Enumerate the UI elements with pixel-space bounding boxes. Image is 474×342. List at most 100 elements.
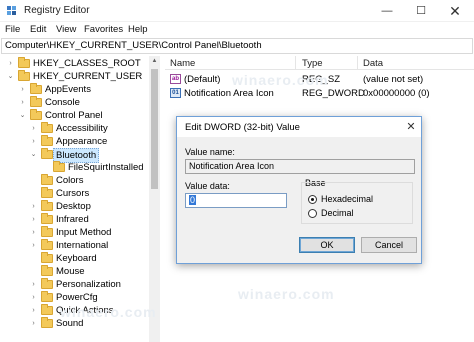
folder-open-icon <box>41 148 53 159</box>
value-name-text: Notification Area Icon <box>189 161 275 171</box>
menu-edit[interactable]: Edit <box>30 24 46 35</box>
expand-chevron-icon[interactable]: › <box>29 291 38 304</box>
folder-icon <box>41 122 53 133</box>
folder-icon <box>41 265 53 276</box>
column-divider[interactable] <box>357 56 358 70</box>
menu-help[interactable]: Help <box>128 24 148 35</box>
tree-item-label: HKEY_CURRENT_USER <box>33 71 143 82</box>
tree-item-label: Desktop <box>56 201 91 212</box>
collapse-chevron-icon[interactable]: ⌄ <box>6 70 15 83</box>
value-type: REG_SZ <box>302 74 341 85</box>
column-header-type[interactable]: Type <box>302 58 323 69</box>
maximize-button[interactable]: ☐ <box>404 0 438 22</box>
menu-favorites[interactable]: Favorites <box>84 24 123 35</box>
string-value-icon: ab <box>170 74 181 84</box>
folder-icon <box>41 291 53 302</box>
folder-icon <box>41 200 53 211</box>
folder-icon <box>18 57 30 68</box>
key-tree[interactable]: › HKEY_CLASSES_ROOT ⌄ HKEY_CURRENT_USER … <box>0 56 160 342</box>
decimal-label[interactable]: Decimal <box>321 208 354 218</box>
tree-item-label: Sound <box>56 318 84 329</box>
collapse-chevron-icon[interactable]: ⌄ <box>29 148 38 161</box>
expand-chevron-icon[interactable]: › <box>29 278 38 291</box>
tree-item-label: Cursors <box>56 188 90 199</box>
list-row-default[interactable]: ab (Default) REG_SZ (value not set) <box>165 73 474 86</box>
column-header-data[interactable]: Data <box>363 58 383 69</box>
tree-item-label: PowerCfg <box>56 292 98 303</box>
tree-item-label: Console <box>45 97 80 108</box>
column-divider[interactable] <box>295 56 296 70</box>
expand-chevron-icon[interactable]: › <box>29 135 38 148</box>
value-name: (Default) <box>184 74 221 85</box>
folder-icon <box>41 213 53 224</box>
value-data-label: Value data: <box>185 181 230 191</box>
expand-chevron-icon[interactable]: › <box>29 213 38 226</box>
tree-item-label: Mouse <box>56 266 85 277</box>
tree-item-label: Colors <box>56 175 84 186</box>
tree-item-label: FileSquirtInstalled <box>68 162 144 173</box>
scrollbar-thumb[interactable] <box>151 69 158 189</box>
folder-icon <box>30 83 42 94</box>
expand-chevron-icon[interactable]: › <box>6 57 15 70</box>
value-name-field: Notification Area Icon <box>185 159 415 174</box>
scroll-up-arrow-icon[interactable]: ▲ <box>149 56 160 67</box>
value-data-text[interactable]: 0 <box>189 195 197 205</box>
collapse-chevron-icon[interactable]: ⌄ <box>18 109 27 122</box>
tree-item-label: Personalization <box>56 279 121 290</box>
tree-item-label: Control Panel <box>45 110 103 121</box>
expand-chevron-icon[interactable]: › <box>29 226 38 239</box>
value-data: (value not set) <box>363 74 424 85</box>
folder-icon <box>41 252 53 263</box>
column-header-name[interactable]: Name <box>170 58 195 69</box>
decimal-radio[interactable] <box>308 209 317 218</box>
dialog-body: Value name: Notification Area Icon Value… <box>177 137 421 263</box>
address-path[interactable]: Computer\HKEY_CURRENT_USER\Control Panel… <box>5 40 262 51</box>
title-bar: Registry Editor — ☐ ✕ <box>0 0 474 22</box>
tree-item-label: Quick Actions <box>56 305 114 316</box>
tree-item-label: Infrared <box>56 214 89 225</box>
folder-icon <box>53 161 65 172</box>
folder-icon <box>41 239 53 250</box>
tree-scrollbar[interactable]: ▲ <box>149 56 160 342</box>
expand-chevron-icon[interactable]: › <box>18 96 27 109</box>
edit-dword-dialog: Edit DWORD (32-bit) Value ✕ Value name: … <box>176 116 422 264</box>
tree-item-label: HKEY_CLASSES_ROOT <box>33 58 141 69</box>
expand-chevron-icon[interactable]: › <box>18 83 27 96</box>
expand-chevron-icon[interactable]: › <box>29 304 38 317</box>
tree-item-label: Keyboard <box>56 253 97 264</box>
dialog-title: Edit DWORD (32-bit) Value <box>185 122 300 133</box>
tree-item-label: International <box>56 240 109 251</box>
list-row-notification-area-icon[interactable]: 01 Notification Area Icon REG_DWORD 0x00… <box>165 87 474 100</box>
registry-editor-icon <box>7 6 16 15</box>
value-name: Notification Area Icon <box>184 88 274 99</box>
dialog-close-button[interactable]: ✕ <box>403 120 419 134</box>
minimize-button[interactable]: — <box>370 0 404 22</box>
list-header: Name Type Data <box>165 56 474 70</box>
ok-button[interactable]: OK <box>299 237 355 253</box>
menu-file[interactable]: File <box>5 24 20 35</box>
value-type: REG_DWORD <box>302 88 365 99</box>
hexadecimal-radio[interactable] <box>308 195 317 204</box>
expand-chevron-icon[interactable]: › <box>29 122 38 135</box>
close-button[interactable]: ✕ <box>438 0 472 22</box>
expand-chevron-icon[interactable]: › <box>29 200 38 213</box>
folder-icon <box>41 174 53 185</box>
tree-item-label: Accessibility <box>56 123 108 134</box>
folder-icon <box>41 187 53 198</box>
address-bar[interactable]: Computer\HKEY_CURRENT_USER\Control Panel… <box>1 38 473 54</box>
folder-open-icon <box>18 70 30 81</box>
folder-icon <box>41 304 53 315</box>
expand-chevron-icon[interactable]: › <box>29 317 38 330</box>
menu-view[interactable]: View <box>56 24 76 35</box>
dword-value-icon: 01 <box>170 88 181 98</box>
tree-item-label: AppEvents <box>45 84 91 95</box>
folder-open-icon <box>30 109 42 120</box>
expand-chevron-icon[interactable]: › <box>29 239 38 252</box>
value-data-input[interactable]: 0 <box>185 193 287 208</box>
tree-item-label: Appearance <box>56 136 108 147</box>
window-title: Registry Editor <box>24 5 90 16</box>
value-name-label: Value name: <box>185 147 235 157</box>
folder-icon <box>41 135 53 146</box>
hexadecimal-label[interactable]: Hexadecimal <box>321 194 373 204</box>
cancel-button[interactable]: Cancel <box>361 237 417 253</box>
